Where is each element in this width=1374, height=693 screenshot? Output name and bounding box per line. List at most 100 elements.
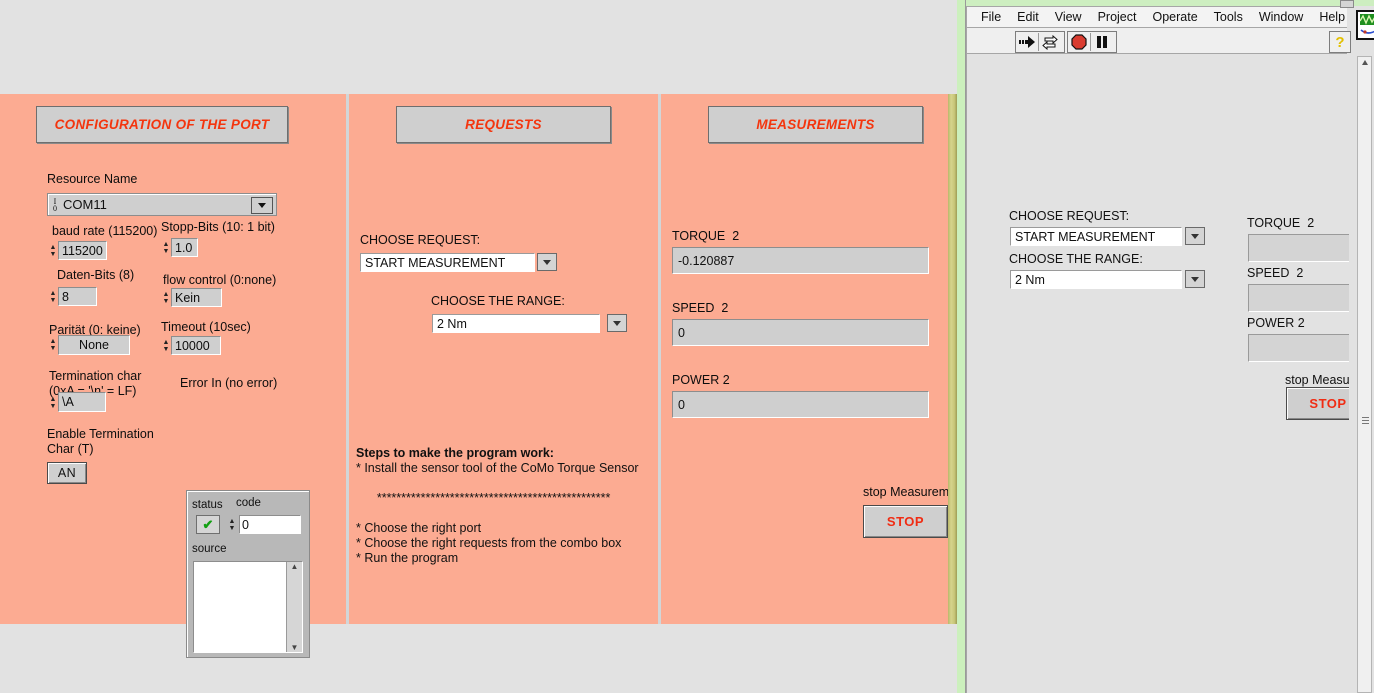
resource-name-select[interactable]: I0 COM11 (47, 193, 277, 216)
error-code-field[interactable]: 0 (239, 515, 301, 534)
context-help-icon[interactable]: ? (1330, 33, 1350, 51)
fw-choose-request-label: CHOOSE REQUEST: (1009, 209, 1130, 223)
baud-rate-field[interactable]: 115200 (58, 241, 107, 260)
stop-bits-stepper[interactable]: ▲ ▼ (161, 238, 171, 257)
vi-panel-body: CHOOSE REQUEST: START MEASUREMENT CHOOSE… (966, 54, 1371, 693)
error-source-textbox[interactable]: ▲ ▼ (193, 561, 303, 653)
configuration-title: CONFIGURATION OF THE PORT (36, 106, 288, 143)
window-corner-control[interactable] (1340, 0, 1354, 8)
pause-icon[interactable] (1091, 33, 1113, 51)
requests-column: REQUESTS CHOOSE REQUEST: START MEASUREME… (349, 94, 658, 624)
vi-toolbar: ? (966, 28, 1351, 54)
menu-project[interactable]: Project (1090, 10, 1145, 24)
termination-char-stepper[interactable]: ▲ ▼ (48, 393, 58, 412)
menu-bar: File Edit View Project Operate Tools Win… (966, 6, 1347, 28)
scroll-up-icon[interactable] (1362, 60, 1368, 65)
error-status-label: status (192, 499, 223, 511)
fw-choose-range-chevron-down-icon[interactable] (1185, 270, 1205, 288)
back-vi-window: CONFIGURATION OF THE PORT Resource Name … (0, 0, 960, 693)
instructions-line-2: * Choose the right port (356, 521, 482, 535)
termination-char-field[interactable]: \A (58, 392, 106, 412)
error-in-label: Error In (no error) (180, 376, 278, 390)
menu-view[interactable]: View (1047, 10, 1090, 24)
instructions-line-3: * Choose the right requests from the com… (356, 536, 622, 550)
power-indicator-value: 0 (672, 391, 929, 418)
flow-control-label: flow control (0:none) (163, 273, 277, 287)
error-source-scrollbar[interactable]: ▲ ▼ (286, 562, 302, 652)
vi-waveform-icon[interactable] (1356, 10, 1374, 40)
fw-choose-request-combo[interactable]: START MEASUREMENT (1010, 227, 1182, 246)
menu-operate[interactable]: Operate (1144, 10, 1205, 24)
fw-choose-range-label: CHOOSE THE RANGE: (1009, 252, 1143, 266)
panel-divider-1 (346, 94, 349, 624)
resource-name-label: Resource Name (47, 172, 138, 186)
menu-tools[interactable]: Tools (1206, 10, 1251, 24)
stop-button[interactable]: STOP (863, 505, 948, 538)
scroll-down-icon[interactable]: ▼ (291, 643, 299, 652)
resource-name-value: COM11 (63, 197, 107, 212)
fw-choose-range-combo[interactable]: 2 Nm (1010, 270, 1182, 289)
choose-request-label: CHOOSE REQUEST: (360, 233, 481, 247)
scroll-up-icon[interactable]: ▲ (291, 562, 299, 571)
run-arrow-icon[interactable] (1016, 33, 1038, 51)
measurements-column: MEASUREMENTS TORQUE 2 -0.120887 SPEED 2 … (661, 94, 956, 624)
panel-vertical-scrollbar[interactable] (948, 94, 957, 624)
baud-rate-stepper[interactable]: ▲ ▼ (48, 241, 58, 260)
menu-help[interactable]: Help (1311, 10, 1353, 24)
instructions-divider: ****************************************… (376, 491, 611, 505)
stop-measurement-label: stop Measureme (863, 485, 957, 499)
choose-request-chevron-down-icon[interactable] (537, 253, 557, 271)
error-code-label: code (236, 497, 261, 509)
choose-range-label: CHOOSE THE RANGE: (431, 294, 565, 308)
torque-indicator-label: TORQUE 2 (672, 229, 740, 243)
fw-choose-request-chevron-down-icon[interactable] (1185, 227, 1205, 245)
data-bits-field[interactable]: 8 (58, 287, 97, 306)
panel-divider-2 (658, 94, 661, 624)
enable-termination-toggle[interactable]: AN (47, 462, 87, 484)
flow-control-stepper[interactable]: ▲ ▼ (161, 288, 171, 307)
menu-file[interactable]: File (973, 10, 1009, 24)
timeout-stepper[interactable]: ▲ ▼ (161, 336, 171, 355)
menu-window[interactable]: Window (1251, 10, 1311, 24)
fw-torque-indicator-value (1248, 234, 1356, 262)
instructions-line-4: * Run the program (356, 551, 459, 565)
fw-torque-indicator-label: TORQUE 2 (1247, 216, 1315, 230)
instructions-line-1: * Install the sensor tool of the CoMo To… (356, 461, 639, 475)
instructions-heading: Steps to make the program work: (356, 446, 554, 460)
front-window-vertical-scrollbar[interactable] (1357, 56, 1372, 693)
abort-stop-icon[interactable] (1068, 33, 1090, 51)
labview-front-window: File Edit View Project Operate Tools Win… (965, 0, 1374, 693)
torque-indicator-value: -0.120887 (672, 247, 929, 274)
choose-range-combo[interactable]: 2 Nm (432, 314, 600, 333)
stop-bits-field[interactable]: 1.0 (171, 238, 198, 257)
visa-io-icon: I0 (53, 196, 57, 213)
run-continuously-icon[interactable] (1039, 33, 1061, 51)
error-source-label: source (192, 543, 227, 555)
menu-edit[interactable]: Edit (1009, 10, 1047, 24)
speed-indicator-label: SPEED 2 (672, 301, 729, 315)
error-in-cluster: status code ✔ ▲ ▼ 0 source ▲ ▼ (186, 490, 310, 658)
error-status-led[interactable]: ✔ (196, 515, 220, 534)
scrollbar-thumb-grip[interactable] (1362, 417, 1369, 424)
parity-stepper[interactable]: ▲ ▼ (48, 335, 58, 354)
instructions-block: Steps to make the program work: * Instal… (356, 446, 656, 566)
stop-bits-label: Stopp-Bits (10: 1 bit) (161, 220, 275, 234)
measurements-title: MEASUREMENTS (708, 106, 923, 143)
timeout-label: Timeout (10sec) (161, 320, 251, 334)
timeout-field[interactable]: 10000 (171, 336, 221, 355)
configuration-column: CONFIGURATION OF THE PORT Resource Name … (0, 94, 346, 658)
data-bits-stepper[interactable]: ▲ ▼ (48, 287, 58, 306)
choose-range-chevron-down-icon[interactable] (607, 314, 627, 332)
error-code-stepper[interactable]: ▲ ▼ (227, 515, 237, 534)
chevron-down-icon[interactable] (251, 197, 273, 214)
flow-control-field[interactable]: Kein (171, 288, 222, 307)
parity-field[interactable]: None (58, 335, 130, 355)
fw-power-indicator-value (1248, 334, 1356, 362)
baud-rate-label: baud rate (115200) (52, 224, 158, 238)
requests-title: REQUESTS (396, 106, 611, 143)
fw-power-indicator-label: POWER 2 (1247, 316, 1305, 330)
vi-front-panel: CONFIGURATION OF THE PORT Resource Name … (0, 94, 958, 658)
choose-request-combo[interactable]: START MEASUREMENT (360, 253, 535, 272)
fw-speed-indicator-label: SPEED 2 (1247, 266, 1304, 280)
speed-indicator-value: 0 (672, 319, 929, 346)
